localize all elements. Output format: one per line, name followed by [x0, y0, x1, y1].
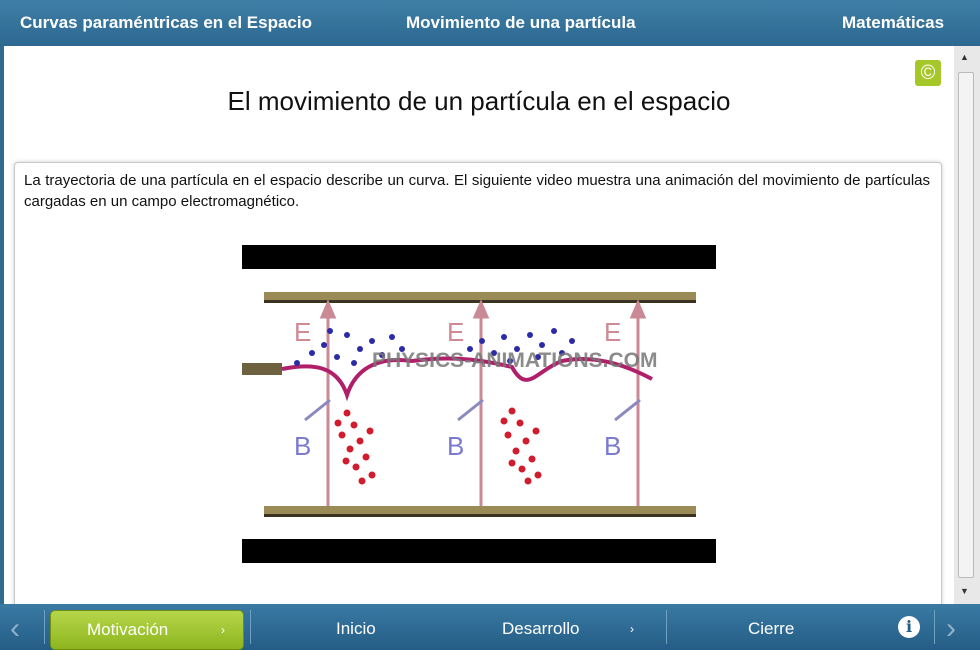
prev-arrow-icon[interactable]: ‹: [10, 612, 20, 646]
nav-desarrollo-button[interactable]: Desarrollo: [502, 619, 579, 639]
chevron-right-icon: ›: [221, 623, 225, 637]
video-player[interactable]: E E E B B B PHYSICS-ANIMATIONS.COM: [242, 245, 716, 563]
intro-paragraph: La trayectoria de una partícula en el es…: [24, 172, 930, 210]
nav-inicio-button[interactable]: Inicio: [336, 619, 376, 639]
b-field-label-2: B: [447, 431, 464, 461]
e-field-label-2: E: [447, 317, 464, 347]
next-arrow-icon[interactable]: ›: [946, 612, 956, 646]
nav-separator: [44, 610, 45, 644]
e-field-label-3: E: [604, 317, 621, 347]
scroll-up-icon[interactable]: ▲: [960, 52, 969, 62]
b-field-label-3: B: [604, 431, 621, 461]
nav-cierre-button[interactable]: Cierre: [748, 619, 794, 639]
scroll-thumb[interactable]: [958, 72, 974, 578]
scroll-down-icon[interactable]: ▼: [960, 586, 969, 596]
nav-motivacion-button[interactable]: Motivación ›: [50, 610, 244, 650]
header-bar: Curvas paraméntricas en el Espacio Movim…: [0, 0, 980, 46]
nav-separator: [666, 610, 667, 644]
nav-separator: [934, 610, 935, 644]
chevron-right-icon: ›: [630, 622, 634, 636]
video-watermark: PHYSICS-ANIMATIONS.COM: [372, 349, 657, 372]
nav-separator: [250, 610, 251, 644]
content-card: La trayectoria de una partícula en el es…: [14, 162, 942, 604]
copyright-icon[interactable]: ©: [915, 60, 941, 86]
bottom-nav: ‹ Motivación › Inicio Desarrollo › Cierr…: [0, 604, 980, 650]
page-title: El movimiento de un partícula en el espa…: [227, 86, 731, 116]
e-field-label-1: E: [294, 317, 311, 347]
subject-label: Matemáticas: [842, 13, 945, 32]
content-area: © El movimiento de un partícula en el es…: [4, 46, 954, 604]
b-field-label-1: B: [294, 431, 311, 461]
nav-motivacion-label: Motivación: [87, 620, 169, 639]
course-title: Curvas paraméntricas en el Espacio: [20, 13, 312, 32]
section-title: Movimiento de una partícula: [406, 13, 636, 32]
info-icon[interactable]: i: [898, 616, 920, 638]
vertical-scrollbar[interactable]: ▲ ▼: [954, 46, 980, 604]
